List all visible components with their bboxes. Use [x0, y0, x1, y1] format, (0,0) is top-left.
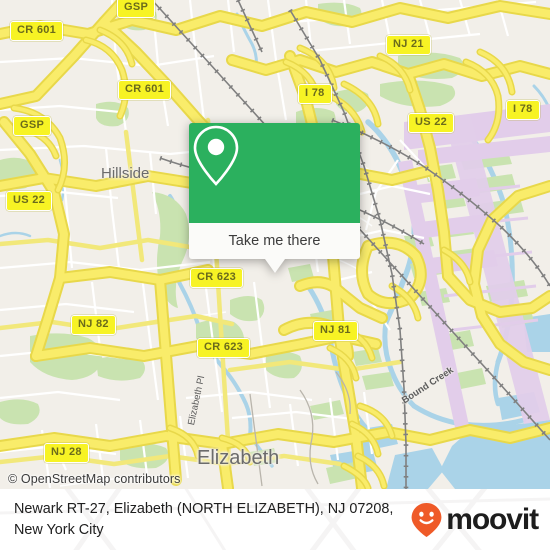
moovit-brand[interactable]: moovit — [410, 502, 539, 538]
map-canvas[interactable]: Hillside Elizabeth Elizabeth Pl Bound Cr… — [0, 0, 550, 489]
highway-shield-i-78-west: I 78 — [298, 84, 332, 104]
highway-shield-i-78-east: I 78 — [506, 100, 540, 120]
highway-shield-gsp-south: GSP — [13, 116, 52, 136]
highway-shield-cr-601-east: CR 601 — [118, 80, 172, 100]
osm-attribution[interactable]: © OpenStreetMap contributors — [8, 472, 181, 486]
highway-shield-cr-623-south: CR 623 — [197, 338, 251, 358]
moovit-smiley-pin-icon — [411, 502, 442, 537]
highway-shield-us-22-west: US 22 — [6, 191, 53, 211]
popup-tail — [264, 259, 285, 273]
location-title: Newark RT-27, Elizabeth (NORTH ELIZABETH… — [14, 500, 394, 538]
moovit-wordmark: moovit — [446, 502, 539, 536]
map-screenshot: Hillside Elizabeth Elizabeth Pl Bound Cr… — [0, 0, 550, 550]
map-pin-icon — [193, 125, 239, 186]
highway-shield-nj-21: NJ 21 — [386, 35, 431, 55]
highway-shield-gsp-north: GSP — [117, 0, 156, 18]
highway-shield-us-22-east: US 22 — [408, 113, 455, 133]
highway-shield-nj-82: NJ 82 — [71, 315, 116, 335]
highway-shield-nj-81: NJ 81 — [313, 321, 358, 341]
highway-shield-cr-601-west: CR 601 — [10, 21, 64, 41]
highway-shield-nj-28: NJ 28 — [44, 443, 89, 463]
popup-banner — [189, 123, 360, 223]
footer-bar: Newark RT-27, Elizabeth (NORTH ELIZABETH… — [0, 489, 550, 550]
take-me-there-label: Take me there — [228, 233, 321, 249]
location-popup-card[interactable]: Take me there — [189, 123, 360, 273]
take-me-there-button[interactable]: Take me there — [189, 223, 360, 259]
highway-shield-cr-623-north: CR 623 — [190, 268, 244, 288]
